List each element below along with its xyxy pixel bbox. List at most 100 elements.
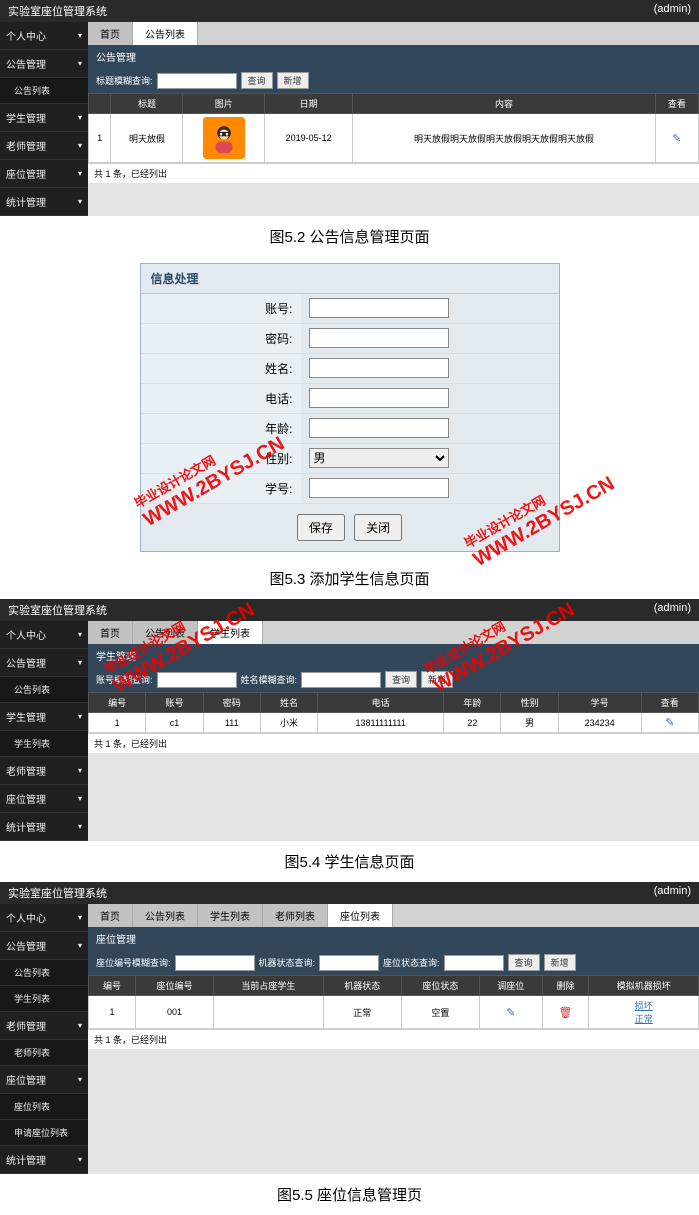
app-header: 实验室座位管理系统 (admin): [0, 882, 699, 904]
cell-pic: [183, 114, 265, 163]
chevron-down-icon: ▾: [78, 59, 82, 68]
search-button[interactable]: 查询: [241, 72, 273, 89]
search-button[interactable]: 查询: [385, 671, 417, 688]
col-acct: 账号: [146, 693, 203, 713]
sidebar-item-personal[interactable]: 个人中心▾: [0, 621, 88, 649]
sidebar-item-seat[interactable]: 座位管理▾: [0, 785, 88, 813]
sidebar-item-student[interactable]: 学生管理▾: [0, 104, 88, 132]
screenshot-52: 实验室座位管理系统 (admin) 个人中心▾ 公告管理▾ 公告列表 学生管理▾…: [0, 0, 699, 216]
sidebar-item-announce-list[interactable]: 公告列表: [0, 960, 88, 986]
app-title: 实验室座位管理系统: [8, 602, 107, 618]
sidebar-item-seat[interactable]: 座位管理▾: [0, 160, 88, 188]
add-button[interactable]: 新增: [277, 72, 309, 89]
sidebar-item-personal[interactable]: 个人中心▾: [0, 22, 88, 50]
save-button[interactable]: 保存: [297, 514, 345, 541]
add-button[interactable]: 新增: [544, 954, 576, 971]
sidebar-item-student[interactable]: 学生管理▾: [0, 703, 88, 731]
info-dialog: 信息处理 账号: 密码: 姓名: 电话: 年龄: 性别:男 学号: 保存 关闭: [140, 263, 560, 552]
col-idx: [89, 94, 111, 114]
edit-icon: ✎: [506, 1007, 515, 1019]
view-icon: ✎: [665, 717, 674, 729]
sidebar-item-student-list[interactable]: 学生列表: [0, 986, 88, 1012]
col-idx: 编号: [89, 693, 146, 713]
chevron-down-icon: ▾: [78, 1075, 82, 1084]
chevron-down-icon: ▾: [78, 712, 82, 721]
chevron-down-icon: ▾: [78, 113, 82, 122]
cell-idx: 1: [89, 713, 146, 733]
search-button[interactable]: 查询: [508, 954, 540, 971]
cell-age: 22: [444, 713, 501, 733]
gender-select[interactable]: 男: [309, 448, 449, 468]
tab-student-list[interactable]: 学生列表: [198, 904, 263, 927]
sim-normal-link[interactable]: 正常: [635, 1014, 653, 1024]
sidebar-item-student-list[interactable]: 学生列表: [0, 731, 88, 757]
tab-announce-list[interactable]: 公告列表: [133, 22, 198, 45]
cell-view[interactable]: ✎: [641, 713, 698, 733]
chevron-down-icon: ▾: [78, 658, 82, 667]
search-title-input[interactable]: [157, 73, 237, 89]
sidebar-item-teacher[interactable]: 老师管理▾: [0, 132, 88, 160]
search-no-input[interactable]: [175, 955, 255, 971]
chevron-down-icon: ▾: [78, 630, 82, 639]
tab-home[interactable]: 首页: [88, 621, 133, 644]
col-sim: 模拟机器损坏: [589, 976, 699, 996]
search-acct-input[interactable]: [157, 672, 237, 688]
sidebar-item-seat[interactable]: 座位管理▾: [0, 1066, 88, 1094]
sidebar-item-announce[interactable]: 公告管理▾: [0, 50, 88, 78]
sidebar-item-announce[interactable]: 公告管理▾: [0, 932, 88, 960]
sidebar-item-teacher[interactable]: 老师管理▾: [0, 757, 88, 785]
sidebar-item-stats[interactable]: 统计管理▾: [0, 1146, 88, 1174]
col-date: 日期: [265, 94, 353, 114]
sim-broken-link[interactable]: 损坏: [635, 1001, 653, 1011]
sidebar-item-stats[interactable]: 统计管理▾: [0, 188, 88, 216]
tab-announce-list[interactable]: 公告列表: [133, 621, 198, 644]
cell-idx: 1: [89, 114, 111, 163]
col-idx: 编号: [89, 976, 136, 996]
tab-home[interactable]: 首页: [88, 904, 133, 927]
caption-52: 图5.2 公告信息管理页面: [0, 216, 699, 257]
password-field[interactable]: [309, 328, 449, 348]
table-row[interactable]: 1 明天放假: [89, 114, 699, 163]
table-row[interactable]: 1 001 正常 空置 ✎ 🗑 损坏 正常: [89, 996, 699, 1029]
close-button[interactable]: 关闭: [354, 514, 402, 541]
phone-field[interactable]: [309, 388, 449, 408]
cell-dispatch[interactable]: ✎: [480, 996, 543, 1029]
tabs: 首页 公告列表: [88, 22, 699, 45]
sidebar-item-apply-seat-list[interactable]: 申请座位列表: [0, 1120, 88, 1146]
name-field[interactable]: [309, 358, 449, 378]
tab-seat-list[interactable]: 座位列表: [328, 904, 393, 927]
sidebar-item-teacher[interactable]: 老师管理▾: [0, 1012, 88, 1040]
sidebar-item-stats[interactable]: 统计管理▾: [0, 813, 88, 841]
sidebar-item-personal[interactable]: 个人中心▾: [0, 904, 88, 932]
sidebar-item-announce[interactable]: 公告管理▾: [0, 649, 88, 677]
search-acct-label: 账号模糊查询:: [96, 673, 153, 686]
sidebar-item-teacher-list[interactable]: 老师列表: [0, 1040, 88, 1066]
tab-home[interactable]: 首页: [88, 22, 133, 45]
cell-view[interactable]: ✎: [655, 114, 698, 163]
table-row[interactable]: 1 c1 111 小米 13811111111 22 男 234234 ✎: [89, 713, 699, 733]
caption-55: 图5.5 座位信息管理页: [0, 1174, 699, 1215]
app-title: 实验室座位管理系统: [8, 885, 107, 901]
app-title: 实验室座位管理系统: [8, 3, 107, 19]
tab-announce-list[interactable]: 公告列表: [133, 904, 198, 927]
sid-field[interactable]: [309, 478, 449, 498]
tab-student-list[interactable]: 学生列表: [198, 621, 263, 644]
cell-pwd: 111: [203, 713, 260, 733]
account-field[interactable]: [309, 298, 449, 318]
tab-teacher-list[interactable]: 老师列表: [263, 904, 328, 927]
sidebar-item-announce-list[interactable]: 公告列表: [0, 677, 88, 703]
app-header: 实验室座位管理系统 (admin): [0, 599, 699, 621]
announce-table: 标题 图片 日期 内容 查看 1 明天放假: [88, 93, 699, 163]
cell-seatno: 001: [135, 996, 213, 1029]
search-seat-input[interactable]: [444, 955, 504, 971]
search-mach-input[interactable]: [319, 955, 379, 971]
chevron-down-icon: ▾: [78, 913, 82, 922]
cell-del[interactable]: 🗑: [542, 996, 589, 1029]
sidebar-item-announce-list[interactable]: 公告列表: [0, 78, 88, 104]
content-area: 首页 公告列表 公告管理 标题模糊查询: 查询 新增 标题 图片 日期 内容 查…: [88, 22, 699, 216]
sidebar-item-seat-list[interactable]: 座位列表: [0, 1094, 88, 1120]
search-name-input[interactable]: [301, 672, 381, 688]
age-field[interactable]: [309, 418, 449, 438]
cell-student: [214, 996, 323, 1029]
add-button[interactable]: 新增: [421, 671, 453, 688]
